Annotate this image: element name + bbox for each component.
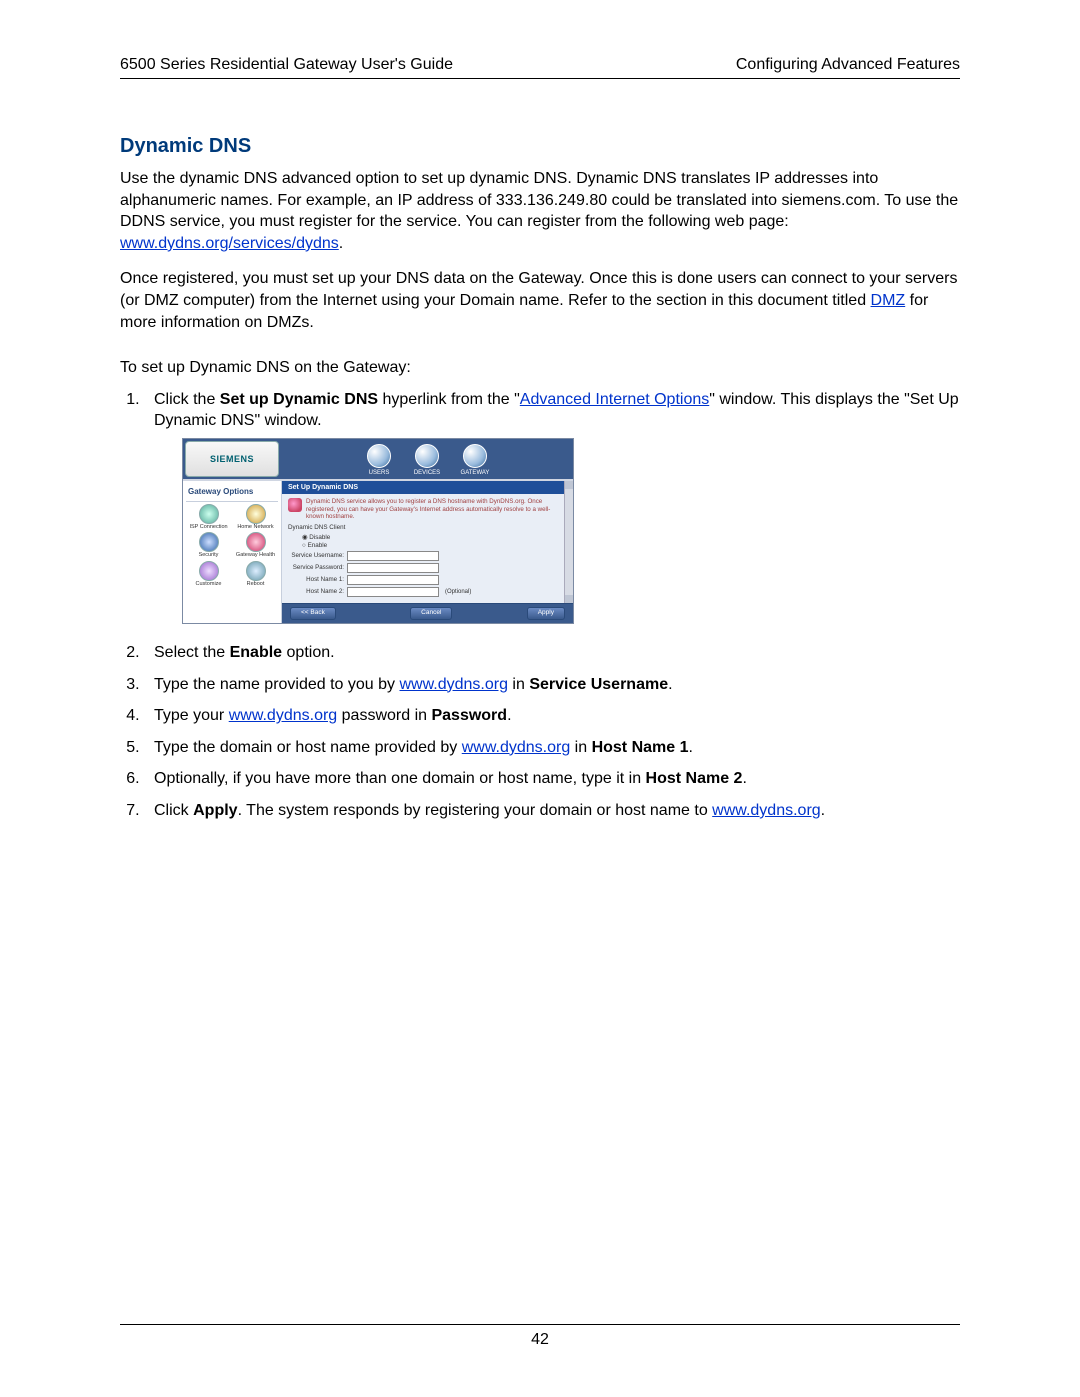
steps-intro: To set up Dynamic DNS on the Gateway: xyxy=(120,357,960,379)
step-6: Optionally, if you have more than one do… xyxy=(144,768,960,790)
link-dydns-3[interactable]: www.dydns.org xyxy=(462,739,571,756)
sidebar-item-reboot[interactable]: Reboot xyxy=(233,561,278,588)
link-dydns-1[interactable]: www.dydns.org xyxy=(399,676,508,693)
health-icon xyxy=(246,532,266,552)
users-icon xyxy=(367,444,391,468)
input-username[interactable] xyxy=(347,551,439,561)
home-icon xyxy=(246,504,266,524)
radio-enable[interactable]: ○ Enable xyxy=(288,542,567,550)
panel-description: Dynamic DNS service allows you to regist… xyxy=(282,494,573,521)
page-number: 42 xyxy=(531,1331,549,1348)
sidebar-title: Gateway Options xyxy=(186,484,278,502)
label-host1: Host Name 1: xyxy=(288,576,344,584)
reboot-icon xyxy=(246,561,266,581)
tab-users[interactable]: USERS xyxy=(359,444,399,477)
optional-label: (Optional) xyxy=(445,588,471,596)
link-dmz[interactable]: DMZ xyxy=(871,292,906,309)
page-footer: 42 xyxy=(120,1324,960,1349)
ddns-form: Dynamic DNS Client ◉ Disable ○ Enable Se… xyxy=(282,524,573,604)
shot-main: Set Up Dynamic DNS Dynamic DNS service a… xyxy=(282,481,573,623)
back-button[interactable]: << Back xyxy=(290,607,336,620)
link-dydns-2[interactable]: www.dydns.org xyxy=(229,707,338,724)
shot-sidebar: Gateway Options ISP Connection Home Netw… xyxy=(183,481,282,623)
radio-disable[interactable]: ◉ Disable xyxy=(288,534,567,542)
document-page: 6500 Series Residential Gateway User's G… xyxy=(0,0,1080,1397)
label-password: Service Password: xyxy=(288,564,344,572)
shot-tabs: USERS DEVICES GATEWAY xyxy=(281,439,573,479)
input-password[interactable] xyxy=(347,563,439,573)
step-2: Select the Enable option. xyxy=(144,642,960,664)
label-username: Service Username: xyxy=(288,552,344,560)
link-advanced-internet-options[interactable]: Advanced Internet Options xyxy=(520,391,709,408)
sidebar-item-security[interactable]: Security xyxy=(186,532,231,559)
link-dydns-4[interactable]: www.dydns.org xyxy=(712,802,821,819)
label-host2: Host Name 2: xyxy=(288,588,344,596)
page-header: 6500 Series Residential Gateway User's G… xyxy=(120,56,960,79)
shot-body: Gateway Options ISP Connection Home Netw… xyxy=(183,479,573,623)
steps-list: Click the Set up Dynamic DNS hyperlink f… xyxy=(144,389,960,822)
siemens-logo: SIEMENS xyxy=(185,441,279,477)
step-4: Type your www.dydns.org password in Pass… xyxy=(144,705,960,727)
sidebar-item-customize[interactable]: Customize xyxy=(186,561,231,588)
step-1: Click the Set up Dynamic DNS hyperlink f… xyxy=(144,389,960,624)
section-title: Dynamic DNS xyxy=(120,135,960,158)
input-host1[interactable] xyxy=(347,575,439,585)
step-3: Type the name provided to you by www.dyd… xyxy=(144,674,960,696)
tab-devices[interactable]: DEVICES xyxy=(407,444,447,477)
step-7: Click Apply. The system responds by regi… xyxy=(144,800,960,822)
scrollbar[interactable] xyxy=(564,481,573,603)
paragraph-1: Use the dynamic DNS advanced option to s… xyxy=(120,168,960,254)
header-right: Configuring Advanced Features xyxy=(736,56,960,74)
panel-title: Set Up Dynamic DNS xyxy=(282,481,573,494)
cancel-button[interactable]: Cancel xyxy=(410,607,452,620)
palette-icon xyxy=(199,561,219,581)
ddns-icon xyxy=(288,498,302,512)
tab-gateway[interactable]: GATEWAY xyxy=(455,444,495,477)
shot-topbar: SIEMENS USERS DEVICES GATEWAY xyxy=(183,439,573,479)
paragraph-2: Once registered, you must set up your DN… xyxy=(120,268,960,333)
sidebar-item-isp[interactable]: ISP Connection xyxy=(186,504,231,531)
apply-button[interactable]: Apply xyxy=(527,607,565,620)
link-dydns-services[interactable]: www.dydns.org/services/dydns xyxy=(120,235,339,252)
devices-icon xyxy=(415,444,439,468)
header-left: 6500 Series Residential Gateway User's G… xyxy=(120,56,453,74)
input-host2[interactable] xyxy=(347,587,439,597)
button-bar: << Back Cancel Apply xyxy=(282,603,573,623)
sidebar-item-health[interactable]: Gateway Health xyxy=(233,532,278,559)
step-5: Type the domain or host name provided by… xyxy=(144,737,960,759)
lock-icon xyxy=(199,532,219,552)
gateway-icon xyxy=(463,444,487,468)
embedded-screenshot: SIEMENS USERS DEVICES GATEWAY Gateway Op… xyxy=(182,438,574,624)
sidebar-item-home[interactable]: Home Network xyxy=(233,504,278,531)
globe-icon xyxy=(199,504,219,524)
form-group-title: Dynamic DNS Client xyxy=(288,524,567,533)
